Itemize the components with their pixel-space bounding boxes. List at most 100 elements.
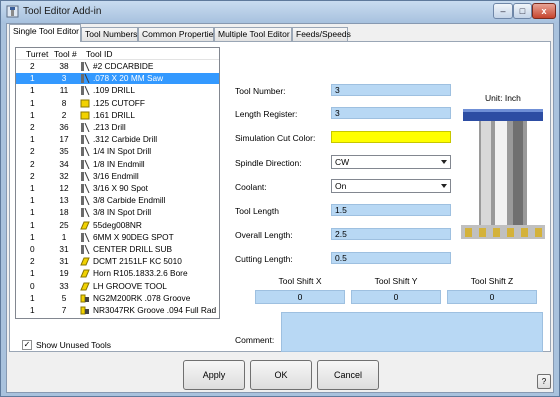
drill-icon xyxy=(80,183,90,194)
table-row[interactable]: 1 5 NG2M200RK .078 Groove xyxy=(16,293,219,304)
apply-button[interactable]: Apply xyxy=(183,360,245,390)
table-row[interactable]: 1 13 3/8 Carbide Endmill xyxy=(16,195,219,206)
minimize-button[interactable]: – xyxy=(493,3,513,19)
tool-editor-window: Tool Editor Add-in – □ x Single Tool Edi… xyxy=(0,0,560,397)
turret-cell: 2 xyxy=(30,146,35,157)
tool-number-cell: 36 xyxy=(59,122,69,132)
table-row[interactable]: 2 38 #2 CDCARBIDE xyxy=(16,61,219,72)
tool-length-field[interactable]: 1.5 xyxy=(331,204,451,216)
table-row[interactable]: 2 36 .213 Drill xyxy=(16,122,219,133)
tool-list[interactable]: Turret Tool # Tool ID 2 38 #2 CDCARBIDE 1 3.… xyxy=(15,47,220,319)
table-row[interactable]: 1 19 Horn R105.1833.2.6 Bore xyxy=(16,268,219,279)
tool-shift-x-field[interactable]: 0 xyxy=(255,290,345,304)
ok-button[interactable]: OK xyxy=(250,360,312,390)
comment-label: Comment: xyxy=(235,335,275,345)
tab-feeds-speeds[interactable]: Feeds/Speeds xyxy=(292,27,351,41)
table-row[interactable]: 2 31 DCMT 2151LF KC 5010 xyxy=(16,256,219,267)
tab-single-tool-editor[interactable]: Single Tool Editor xyxy=(9,24,81,42)
table-row[interactable]: 1 12 3/16 X 90 Spot xyxy=(16,183,219,194)
spindle-direction-value: CW xyxy=(335,157,350,167)
tool-id-cell: 1/4 IN Spot Drill xyxy=(93,146,152,157)
tool-id-cell: .078 X 20 MM Saw xyxy=(93,73,164,84)
show-unused-checkbox[interactable]: ✓ xyxy=(22,340,32,350)
single-tool-editor-panel: Turret Tool # Tool ID 2 38 #2 CDCARBIDE 1 3.… xyxy=(9,41,551,352)
table-row[interactable]: 1 17 .312 Carbide Drill xyxy=(16,134,219,145)
table-row[interactable]: 0 33 LH GROOVE TOOL xyxy=(16,281,219,292)
turret-cell: 2 xyxy=(30,122,35,132)
tool-list-header: Turret Tool # Tool ID xyxy=(16,48,219,60)
insert-icon xyxy=(80,257,90,266)
tab-common-properties[interactable]: Common Properties xyxy=(138,27,218,41)
close-button[interactable]: x xyxy=(532,3,556,19)
turret-cell: 1 xyxy=(30,268,35,279)
help-button[interactable]: ? xyxy=(537,374,551,389)
table-row[interactable]: 1 3 .078 X 20 MM Saw xyxy=(16,73,219,85)
spindle-direction-select[interactable]: CW xyxy=(331,155,451,169)
tool-number-cell: 33 xyxy=(59,280,69,291)
tool-number-cell: 13 xyxy=(59,195,69,206)
tool-preview-image xyxy=(457,107,549,255)
tool-id-cell: DCMT 2151LF KC 5010 xyxy=(93,256,182,267)
cutoff-icon xyxy=(80,111,90,120)
table-row[interactable]: 2 34 1/8 IN Endmill xyxy=(16,159,219,170)
tool-number-cell: 11 xyxy=(59,85,69,96)
overall-length-label: Overall Length: xyxy=(235,230,293,240)
turret-cell: 2 xyxy=(30,170,35,181)
tool-id-cell: 1/8 IN Endmill xyxy=(93,158,145,169)
table-row[interactable]: 2 35 1/4 IN Spot Drill xyxy=(16,146,219,157)
tab-tool-numbers[interactable]: Tool Numbers xyxy=(81,27,138,41)
title-bar[interactable]: Tool Editor Add-in – □ x xyxy=(1,1,559,23)
cutting-length-field[interactable]: 0.5 xyxy=(331,252,451,264)
table-row[interactable]: 1 2 .161 DRILL xyxy=(16,110,219,121)
tool-id-cell: .125 CUTOFF xyxy=(93,97,145,108)
turret-cell: 1 xyxy=(30,292,35,303)
table-row[interactable]: 2 32 3/16 Endmill xyxy=(16,171,219,182)
tool-number-column-header[interactable]: Tool # xyxy=(54,49,77,59)
table-row[interactable]: 1 1 6MM X 90DEG SPOT xyxy=(16,232,219,243)
turret-cell: 2 xyxy=(30,61,35,71)
tool-length-label: Tool Length xyxy=(235,206,279,216)
tool-number-cell: 17 xyxy=(59,134,69,145)
tool-number-cell: 25 xyxy=(59,219,69,230)
coolant-label: Coolant: xyxy=(235,182,267,192)
turret-cell: 0 xyxy=(30,244,35,254)
turret-cell: 2 xyxy=(30,256,35,267)
tool-id-cell: .312 Carbide Drill xyxy=(93,134,158,145)
turret-cell: 1 xyxy=(30,73,50,85)
table-row[interactable]: 1 25 55deg008NR xyxy=(16,220,219,231)
tool-shift-y-field[interactable]: 0 xyxy=(351,290,441,304)
drill-icon xyxy=(80,208,90,218)
maximize-button[interactable]: □ xyxy=(513,3,532,19)
show-unused-label: Show Unused Tools xyxy=(36,340,111,350)
tool-id-cell: CENTER DRILL SUB xyxy=(93,244,172,254)
coolant-select[interactable]: On xyxy=(331,179,451,193)
tool-id-column-header[interactable]: Tool ID xyxy=(86,49,112,59)
overall-length-field[interactable]: 2.5 xyxy=(331,228,451,240)
tool-number-field[interactable]: 3 xyxy=(331,84,451,96)
coolant-value: On xyxy=(335,181,347,191)
dialog-client: Single Tool Editor Tool Numbers Common P… xyxy=(6,23,554,393)
unit-label: Unit: Inch xyxy=(485,93,521,103)
length-register-field[interactable]: 3 xyxy=(331,107,451,119)
tool-number-cell: 3 xyxy=(54,73,74,85)
cancel-button[interactable]: Cancel xyxy=(317,360,379,390)
tool-shift-z-field[interactable]: 0 xyxy=(447,290,537,304)
table-row[interactable]: 1 11.109 DRILL xyxy=(16,85,219,96)
drill-icon xyxy=(80,86,90,96)
tool-shift-y-label: Tool Shift Y xyxy=(374,276,418,286)
turret-cell: 1 xyxy=(30,85,35,96)
table-row[interactable]: 1 8 .125 CUTOFF xyxy=(16,98,219,109)
tab-multiple-tool-editor[interactable]: Multiple Tool Editor xyxy=(214,27,292,41)
tool-id-cell: 3/8 Carbide Endmill xyxy=(93,195,166,206)
turret-column-header[interactable]: Turret xyxy=(26,49,48,59)
tool-id-cell: .213 Drill xyxy=(93,122,126,132)
tool-number-cell: 19 xyxy=(59,268,69,279)
groove-icon xyxy=(80,306,90,315)
length-register-label: Length Register: xyxy=(235,109,298,119)
table-row[interactable]: 0 31 CENTER DRILL SUB xyxy=(16,244,219,255)
table-row[interactable]: 1 7 NR3047RK Groove .094 Full Rad xyxy=(16,305,219,316)
simulation-cut-color-swatch[interactable] xyxy=(331,131,451,143)
table-row[interactable]: 1 18 3/8 IN Spot Drill xyxy=(16,207,219,218)
comment-field[interactable] xyxy=(281,312,543,352)
turret-cell: 1 xyxy=(30,207,35,218)
